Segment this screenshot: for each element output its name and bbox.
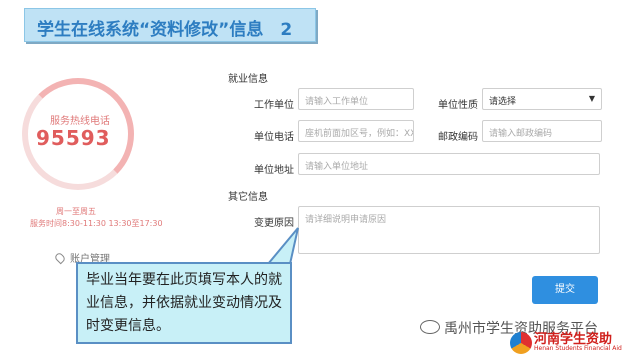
logo-subtext: Henan Students Financial Aid xyxy=(534,345,622,352)
henan-aid-logo-icon xyxy=(510,332,532,354)
wechat-icon xyxy=(420,320,440,334)
callout-text: 毕业当年要在此页填写本人的就业信息，并依据就业变动情况及时变更信息。 xyxy=(86,272,282,334)
annotation-callout: 毕业当年要在此页填写本人的就业信息，并依据就业变动情况及时变更信息。 xyxy=(76,262,292,344)
watermark: 禹州市学生资助服务平台 河南学生资助 Henan Students Financ… xyxy=(418,318,638,358)
